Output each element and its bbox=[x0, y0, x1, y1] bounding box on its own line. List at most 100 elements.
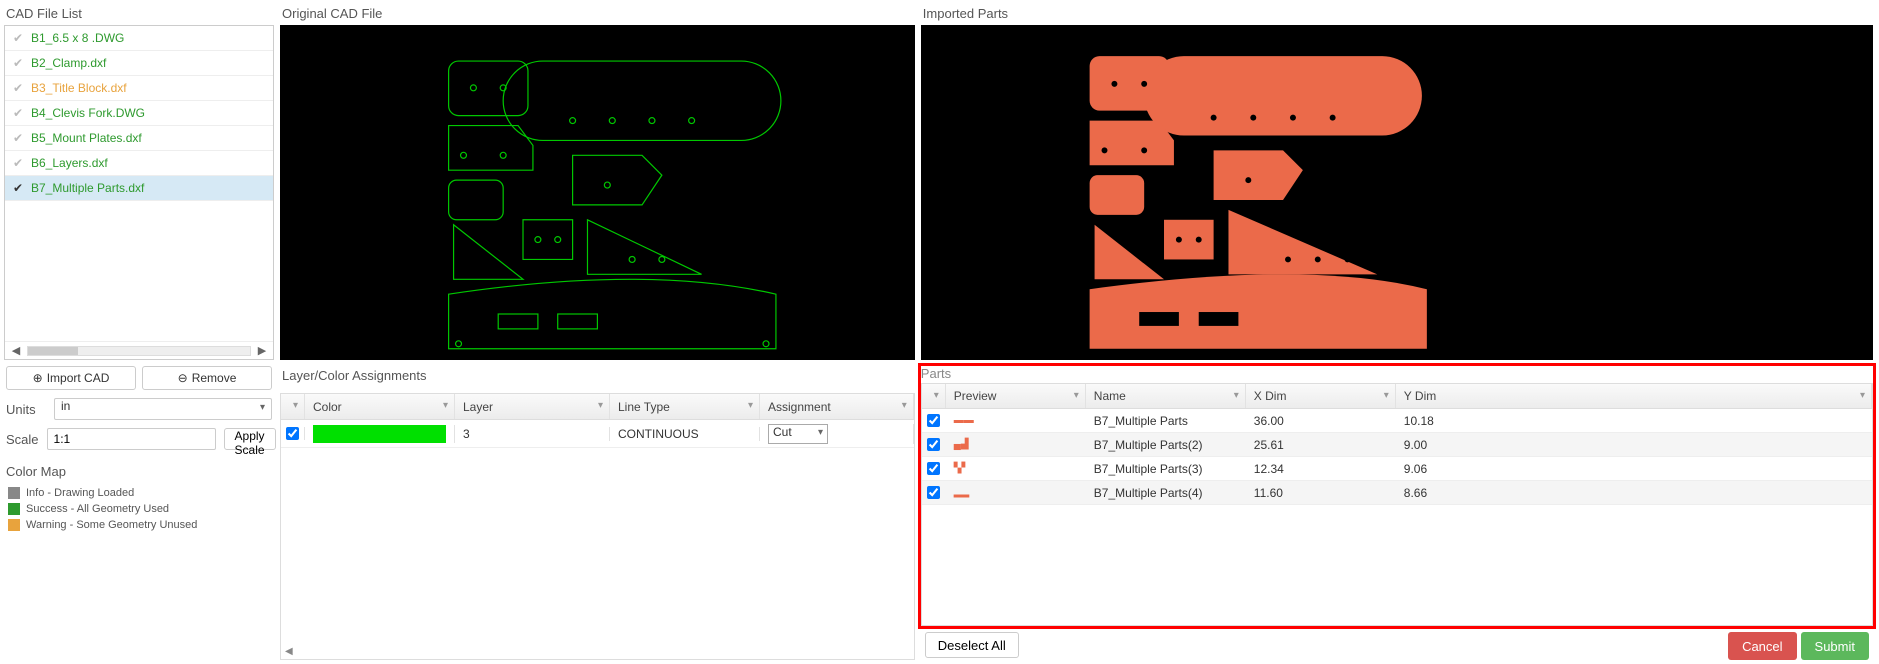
file-name: B4_Clevis Fork.DWG bbox=[31, 106, 145, 120]
legend-text: Info - Drawing Loaded bbox=[26, 487, 134, 499]
original-cad-title: Original CAD File bbox=[280, 4, 915, 25]
part-xdim: 11.60 bbox=[1246, 486, 1396, 500]
part-xdim: 25.61 bbox=[1246, 438, 1396, 452]
file-list-hscroll[interactable]: ◀ ▶ bbox=[5, 341, 273, 359]
part-name: B7_Multiple Parts(2) bbox=[1086, 438, 1246, 452]
cad-file-list-title: CAD File List bbox=[4, 4, 274, 25]
check-icon: ✔ bbox=[11, 156, 25, 170]
part-xdim: 36.00 bbox=[1246, 414, 1396, 428]
check-icon: ✔ bbox=[11, 81, 25, 95]
import-cad-label: Import CAD bbox=[47, 371, 110, 385]
file-row[interactable]: ✔ B2_Clamp.dxf bbox=[5, 51, 273, 76]
cad-file-list: ✔ B1_6.5 x 8 .DWG ✔ B2_Clamp.dxf ✔ B3_Title B… bbox=[5, 26, 273, 341]
cancel-button[interactable]: Cancel bbox=[1728, 632, 1796, 660]
legend-swatch bbox=[8, 487, 20, 499]
file-row[interactable]: ✔ B4_Clevis Fork.DWG bbox=[5, 101, 273, 126]
part-checkbox[interactable] bbox=[927, 462, 940, 475]
color-map-legend: Info - Drawing Loaded Success - All Geome… bbox=[4, 483, 274, 535]
plus-circle-icon: ⊕ bbox=[33, 371, 43, 385]
legend-text: Warning - Some Geometry Unused bbox=[26, 519, 197, 531]
part-name: B7_Multiple Parts(4) bbox=[1086, 486, 1246, 500]
part-preview-icon: ▚▘ bbox=[954, 464, 969, 474]
pcol-ydim[interactable]: Y Dim▾ bbox=[1396, 384, 1872, 408]
imported-parts-title: Imported Parts bbox=[921, 4, 1873, 25]
col-checkbox[interactable]: ▾ bbox=[281, 394, 305, 419]
parts-label: Parts bbox=[921, 366, 1873, 381]
part-preview-icon: ▬▬ bbox=[954, 416, 974, 426]
file-name: B1_6.5 x 8 .DWG bbox=[31, 31, 124, 45]
part-preview-icon: ▂▂ bbox=[954, 488, 969, 498]
col-color[interactable]: Color▾ bbox=[305, 394, 455, 419]
layer-color-swatch bbox=[313, 425, 446, 443]
col-assignment[interactable]: Assignment▾ bbox=[760, 394, 914, 419]
pcol-checkbox[interactable]: ▾ bbox=[922, 384, 946, 408]
layer-checkbox[interactable] bbox=[286, 427, 299, 440]
layer-value: 3 bbox=[455, 427, 610, 441]
check-icon: ✔ bbox=[11, 56, 25, 70]
part-checkbox[interactable] bbox=[927, 438, 940, 451]
part-ydim: 8.66 bbox=[1396, 486, 1872, 500]
file-row[interactable]: ✔ B1_6.5 x 8 .DWG bbox=[5, 26, 273, 51]
imported-parts-viewport[interactable] bbox=[921, 25, 1873, 360]
scale-input[interactable] bbox=[47, 428, 216, 450]
pcol-name[interactable]: Name▾ bbox=[1086, 384, 1246, 408]
cad-wireframe bbox=[280, 25, 915, 360]
part-row[interactable]: ▬▬B7_Multiple Parts36.0010.18 bbox=[922, 409, 1872, 433]
imported-shapes bbox=[921, 25, 1873, 360]
cad-file-list-panel: ✔ B1_6.5 x 8 .DWG ✔ B2_Clamp.dxf ✔ B3_Title B… bbox=[4, 25, 274, 360]
file-row[interactable]: ✔ B3_Title Block.dxf bbox=[5, 76, 273, 101]
legend-row: Warning - Some Geometry Unused bbox=[8, 519, 270, 531]
scroll-left-icon[interactable]: ◀ bbox=[9, 344, 23, 357]
part-preview-icon: ▄▟ bbox=[954, 440, 969, 450]
linetype-value: CONTINUOUS bbox=[610, 427, 760, 441]
check-icon: ✔ bbox=[11, 106, 25, 120]
part-checkbox[interactable] bbox=[927, 414, 940, 427]
part-name: B7_Multiple Parts(3) bbox=[1086, 462, 1246, 476]
file-name: B6_Layers.dxf bbox=[31, 156, 108, 170]
scroll-right-icon[interactable]: ▶ bbox=[255, 344, 269, 357]
deselect-all-button[interactable]: Deselect All bbox=[925, 632, 1019, 658]
layer-assignments-title: Layer/Color Assignments bbox=[280, 366, 915, 387]
scroll-thumb[interactable] bbox=[28, 347, 78, 355]
scroll-track[interactable] bbox=[27, 346, 251, 356]
part-xdim: 12.34 bbox=[1246, 462, 1396, 476]
remove-label: Remove bbox=[192, 371, 237, 385]
scale-label: Scale bbox=[6, 432, 39, 447]
pcol-preview[interactable]: Preview▾ bbox=[946, 384, 1086, 408]
remove-button[interactable]: ⊖ Remove bbox=[142, 366, 272, 390]
table-scroll-icon: ◀ bbox=[285, 646, 293, 657]
part-row[interactable]: ▂▂ B7_Multiple Parts(4)11.608.66 bbox=[922, 481, 1872, 505]
submit-button[interactable]: Submit bbox=[1801, 632, 1869, 660]
part-ydim: 9.06 bbox=[1396, 462, 1872, 476]
part-ydim: 9.00 bbox=[1396, 438, 1872, 452]
units-label: Units bbox=[6, 402, 46, 417]
file-name: B7_Multiple Parts.dxf bbox=[31, 181, 144, 195]
color-map-title: Color Map bbox=[6, 464, 272, 479]
legend-swatch bbox=[8, 519, 20, 531]
col-layer[interactable]: Layer▾ bbox=[455, 394, 610, 419]
legend-row: Info - Drawing Loaded bbox=[8, 487, 270, 499]
original-cad-viewport[interactable] bbox=[280, 25, 915, 360]
file-name: B3_Title Block.dxf bbox=[31, 81, 127, 95]
parts-table-header: ▾ Preview▾ Name▾ X Dim▾ Y Dim▾ bbox=[921, 383, 1873, 409]
apply-scale-button[interactable]: Apply Scale bbox=[224, 428, 276, 450]
part-checkbox[interactable] bbox=[927, 486, 940, 499]
part-row[interactable]: ▄▟ B7_Multiple Parts(2)25.619.00 bbox=[922, 433, 1872, 457]
check-icon: ✔ bbox=[11, 131, 25, 145]
legend-text: Success - All Geometry Used bbox=[26, 503, 169, 515]
file-row[interactable]: ✔ B6_Layers.dxf bbox=[5, 151, 273, 176]
file-row[interactable]: ✔B7_Multiple Parts.dxf bbox=[5, 176, 273, 201]
import-cad-button[interactable]: ⊕ Import CAD bbox=[6, 366, 136, 390]
legend-row: Success - All Geometry Used bbox=[8, 503, 270, 515]
pcol-xdim[interactable]: X Dim▾ bbox=[1246, 384, 1396, 408]
part-row[interactable]: ▚▘ B7_Multiple Parts(3)12.349.06 bbox=[922, 457, 1872, 481]
check-icon: ✔ bbox=[11, 31, 25, 45]
file-row[interactable]: ✔ B5_Mount Plates.dxf bbox=[5, 126, 273, 151]
file-name: B2_Clamp.dxf bbox=[31, 56, 106, 70]
layer-assignments-table: ▾ Color▾ Layer▾ Line Type▾ Assignment▾ 3… bbox=[280, 393, 915, 660]
units-select[interactable]: in bbox=[54, 398, 272, 420]
assignment-select[interactable]: Cut bbox=[768, 424, 828, 444]
file-name: B5_Mount Plates.dxf bbox=[31, 131, 142, 145]
col-linetype[interactable]: Line Type▾ bbox=[610, 394, 760, 419]
parts-table-body[interactable]: ▬▬B7_Multiple Parts36.0010.18 ▄▟ B7_Multip… bbox=[921, 409, 1873, 626]
